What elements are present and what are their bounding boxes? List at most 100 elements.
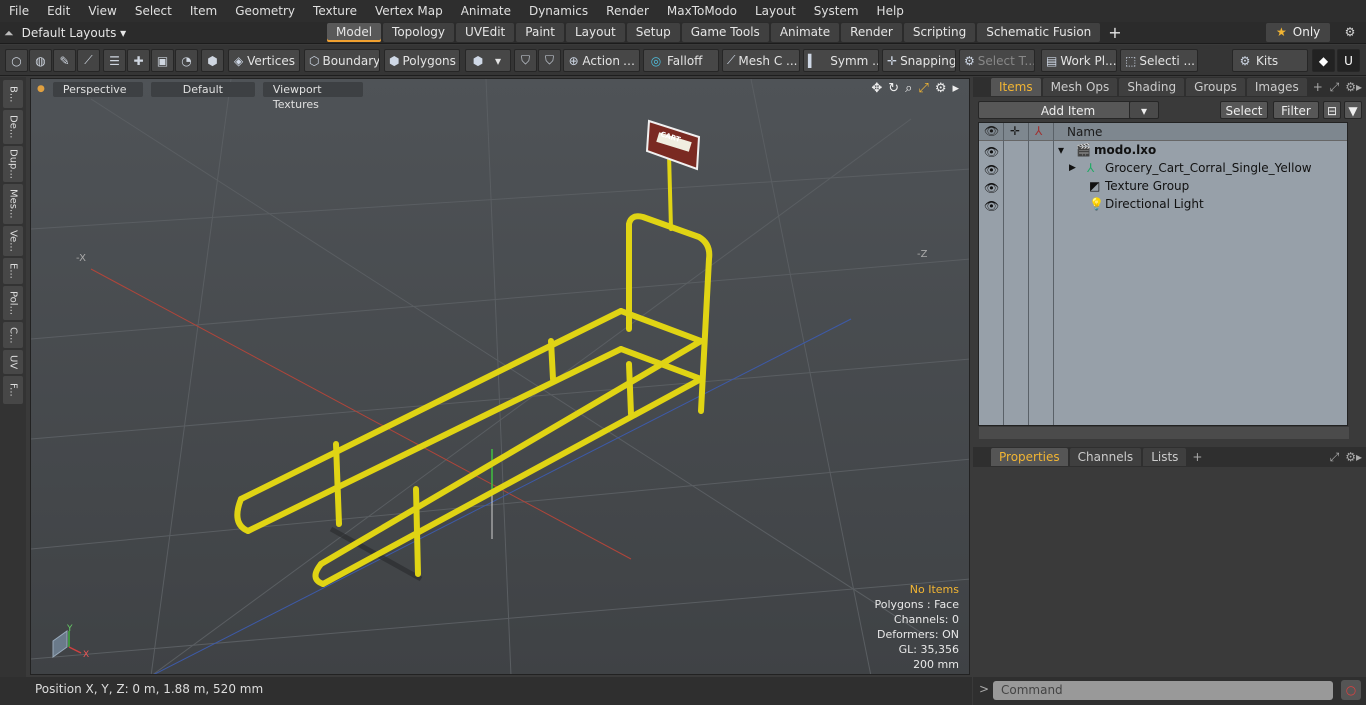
left-tab-fusion[interactable]: F... <box>3 376 23 404</box>
viewport-settings-icon[interactable]: ⚙ <box>935 81 947 96</box>
view-type-button[interactable]: Perspective <box>52 81 143 97</box>
left-tab-uv[interactable]: UV <box>3 350 23 374</box>
tab-shading[interactable]: Shading <box>1119 78 1185 96</box>
only-button[interactable]: ★ Only <box>1266 23 1330 42</box>
brush-icon[interactable]: ⟋ <box>77 49 100 72</box>
globe-icon[interactable]: ◍ <box>29 49 52 72</box>
left-tab-polygon[interactable]: Pol... <box>3 286 23 320</box>
tab-images[interactable]: Images <box>1246 78 1307 96</box>
zoom-icon[interactable]: ⌕ <box>905 81 912 96</box>
panel-gear-icon[interactable]: ⚙▸ <box>1345 80 1362 94</box>
circle-select-icon[interactable]: ○ <box>5 49 28 72</box>
falloff-button[interactable]: ◎ Falloff <box>643 49 719 72</box>
vertices-button[interactable]: ◈ Vertices <box>228 49 300 72</box>
eye-icon[interactable]: 👁 <box>984 161 999 177</box>
menu-system[interactable]: System <box>805 0 868 22</box>
tree-scrollbar[interactable] <box>979 427 1349 439</box>
action-center-button[interactable]: ⊕ Action … <box>563 49 640 72</box>
tab-paint[interactable]: Paint <box>516 23 564 42</box>
play-icon[interactable]: ▸ <box>952 81 959 96</box>
material-dropdown[interactable]: ⬢ ▾ <box>465 49 511 72</box>
filter-button[interactable]: Filter <box>1273 101 1319 119</box>
tab-setup[interactable]: Setup <box>626 23 680 42</box>
unreal-icon[interactable]: U <box>1337 49 1360 72</box>
record-icon[interactable]: ○ <box>1341 680 1361 700</box>
tab-properties[interactable]: Properties <box>991 448 1068 466</box>
pan-icon[interactable]: ✥ <box>871 81 882 96</box>
symmetry-button[interactable]: ▍ Symm ... <box>803 49 879 72</box>
polygons-button[interactable]: ⬢ Polygons <box>384 49 460 72</box>
tab-uvedit[interactable]: UVEdit <box>456 23 515 42</box>
selection-sets-button[interactable]: ⬚ Selecti ... <box>1120 49 1198 72</box>
add-panel-tab-icon[interactable]: + <box>1313 80 1323 94</box>
panel-gear-icon[interactable]: ⚙▸ <box>1345 450 1362 464</box>
menu-edit[interactable]: Edit <box>38 0 79 22</box>
tree-row-light[interactable]: 👁 💡 Directional Light <box>979 195 1347 213</box>
tab-layout[interactable]: Layout <box>565 23 625 42</box>
command-input[interactable]: Command <box>993 681 1333 700</box>
boundary-button[interactable]: ⬡ Boundary <box>304 49 380 72</box>
3d-viewport[interactable]: -X -Z CART Y X ● Perspective Default Vie… <box>30 78 970 675</box>
work-plane-button[interactable]: ▤ Work Pl... <box>1041 49 1117 72</box>
shield-a-icon[interactable]: ⛉ <box>514 49 537 72</box>
collapse-list-icon[interactable]: ⊟ <box>1323 101 1341 119</box>
menu-render[interactable]: Render <box>597 0 658 22</box>
tab-schematic-fusion[interactable]: Schematic Fusion <box>977 23 1101 42</box>
unity-icon[interactable]: ◆ <box>1312 49 1335 72</box>
panel-expand-icon[interactable]: ⤢ <box>1330 450 1340 465</box>
gear-icon[interactable]: ⚙ <box>1338 23 1362 42</box>
eye-icon[interactable]: 👁 <box>984 197 999 213</box>
left-tab-basic[interactable]: B... <box>3 80 23 108</box>
menu-texture[interactable]: Texture <box>304 0 366 22</box>
timer-icon[interactable]: ◔ <box>175 49 198 72</box>
maximize-icon[interactable]: ⤢ <box>918 81 928 96</box>
eye-icon[interactable]: 👁 <box>984 179 999 195</box>
menu-animate[interactable]: Animate <box>452 0 520 22</box>
tree-row-mesh[interactable]: 👁 ▶ ⅄ Grocery_Cart_Corral_Single_Yellow <box>979 159 1347 177</box>
menu-view[interactable]: View <box>79 0 125 22</box>
left-tab-curve[interactable]: C... <box>3 322 23 348</box>
tree-row-scene[interactable]: 👁 ▾ 🎬 modo.lxo <box>979 141 1347 159</box>
add-tab-icon[interactable]: + <box>1102 23 1127 42</box>
left-tab-deform[interactable]: De... <box>3 110 23 144</box>
funnel-icon[interactable]: ▼ <box>1344 101 1362 119</box>
expand-arrow-icon[interactable]: ▾ <box>1058 141 1064 159</box>
kits-button[interactable]: ⚙ Kits <box>1232 49 1308 72</box>
menu-vertex-map[interactable]: Vertex Map <box>366 0 452 22</box>
mesh-constraint-button[interactable]: ⟋ Mesh C ... <box>722 49 800 72</box>
snapping-button[interactable]: ✛ Snapping <box>882 49 956 72</box>
select-through-button[interactable]: ⚙ Select T... <box>959 49 1035 72</box>
tab-items[interactable]: Items <box>991 78 1041 96</box>
select-button[interactable]: Select <box>1220 101 1268 119</box>
tab-scripting[interactable]: Scripting <box>903 23 976 42</box>
tree-row-texture-group[interactable]: 👁 ◩ Texture Group <box>979 177 1347 195</box>
collapse-icon[interactable]: ⏶ <box>4 26 14 41</box>
eye-icon[interactable]: 👁 <box>984 143 999 159</box>
expand-arrow-icon[interactable]: ▶ <box>1069 159 1076 177</box>
box-select-icon[interactable]: ▣ <box>151 49 174 72</box>
stack-icon[interactable]: ☰ <box>103 49 126 72</box>
tab-game-tools[interactable]: Game Tools <box>681 23 769 42</box>
menu-item[interactable]: Item <box>181 0 226 22</box>
tab-channels[interactable]: Channels <box>1069 448 1142 466</box>
menu-file[interactable]: File <box>0 0 38 22</box>
shading-button[interactable]: Default <box>150 81 255 97</box>
pen-icon[interactable]: ✎ <box>53 49 76 72</box>
add-item-dropdown-icon[interactable]: ▾ <box>1129 101 1159 119</box>
left-tab-duplicate[interactable]: Dup... <box>3 146 23 182</box>
viewport-dot-icon[interactable]: ● <box>37 84 45 94</box>
item-mode-icon[interactable]: ⬢ <box>201 49 224 72</box>
tab-topology[interactable]: Topology <box>383 23 455 42</box>
menu-geometry[interactable]: Geometry <box>226 0 304 22</box>
panel-expand-icon[interactable]: ⤢ <box>1330 80 1340 95</box>
tab-animate[interactable]: Animate <box>770 23 840 42</box>
center-icon[interactable]: ✚ <box>127 49 150 72</box>
add-panel-tab-icon[interactable]: + <box>1192 450 1202 464</box>
tab-model[interactable]: Model <box>327 23 382 42</box>
left-tab-mesh-edit[interactable]: Mes... <box>3 184 23 224</box>
left-tab-vertex[interactable]: Ve... <box>3 226 23 256</box>
tab-lists[interactable]: Lists <box>1143 448 1187 466</box>
menu-select[interactable]: Select <box>126 0 181 22</box>
rotate-icon[interactable]: ↻ <box>888 81 899 96</box>
tab-render[interactable]: Render <box>841 23 902 42</box>
